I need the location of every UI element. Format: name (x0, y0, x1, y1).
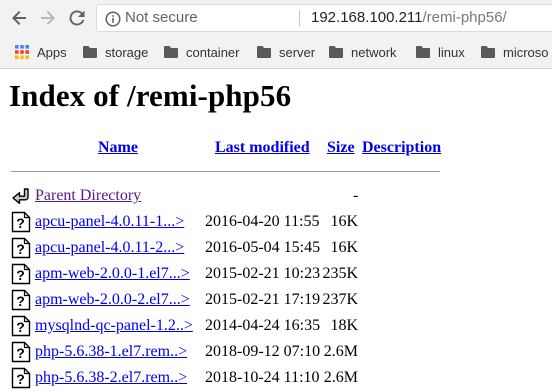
bookmark-folder-network[interactable]: network (328, 42, 397, 62)
file-modified: 2018-10-24 11:10 (205, 369, 320, 386)
bookmark-apps[interactable]: Apps (14, 42, 67, 62)
file-size: 16K (330, 239, 358, 256)
apps-grid-icon (15, 45, 29, 59)
file-modified: 2016-04-20 11:55 (205, 213, 320, 230)
forward-button[interactable] (36, 6, 60, 30)
bookmark-folder-container[interactable]: container (163, 42, 239, 62)
bookmark-label: network (351, 44, 397, 60)
svg-text:?: ? (16, 267, 25, 283)
page-title: Index of /remi-php56 (9, 78, 292, 113)
table-row: ? apm-web-2.0.0-2.el7...> 2015-02-21 17:… (0, 289, 552, 313)
folder-icon (416, 46, 430, 58)
table-row: ? php-5.6.38-1.el7.rem..> 2018-09-12 07:… (0, 341, 552, 365)
file-modified: 2015-02-21 10:23 (205, 265, 321, 282)
svg-text:?: ? (16, 319, 25, 335)
bookmark-folder-microsoft[interactable]: microso (480, 42, 549, 62)
url-path: /remi-php56/ (422, 9, 507, 26)
file-link[interactable]: php-5.6.38-2.el7.rem..> (35, 369, 187, 387)
bookmark-folder-linux[interactable]: linux (415, 42, 465, 62)
back-arrow-icon (12, 188, 29, 204)
table-row: ? apm-web-2.0.0-1.el7...> 2015-02-21 10:… (0, 263, 552, 287)
info-icon[interactable] (105, 11, 121, 31)
back-button[interactable] (7, 6, 31, 30)
bookmark-label: microso (503, 44, 549, 60)
unknown-file-icon: ? (11, 237, 31, 259)
folder-icon (164, 46, 178, 58)
file-modified: 2018-09-12 07:10 (205, 343, 321, 360)
folder-icon (257, 46, 271, 58)
folder-icon (83, 46, 97, 58)
sort-by-description-link[interactable]: Description (362, 139, 441, 157)
parent-size: - (353, 187, 359, 204)
bookmarks-bar: Apps storage container server network li… (0, 36, 552, 69)
bookmark-label: server (279, 44, 316, 60)
file-size: 16K (330, 213, 358, 230)
forward-arrow-icon (41, 11, 55, 25)
file-link[interactable]: apcu-panel-4.0.11-2...> (35, 239, 184, 257)
security-label[interactable]: Not secure (125, 9, 198, 26)
bookmark-folder-storage[interactable]: storage (82, 42, 148, 62)
file-size: 2.6M (323, 369, 358, 386)
address-separator (299, 10, 300, 27)
file-modified: 2015-02-21 17:19 (205, 291, 321, 308)
browser-toolbar: Not secure 192.168.100.211/remi-php56/ (0, 0, 552, 36)
file-link[interactable]: apcu-panel-4.0.11-1...> (35, 213, 184, 231)
reload-button[interactable] (65, 6, 89, 30)
url-host: 192.168.100.211 (311, 9, 423, 26)
header-divider (11, 171, 440, 172)
folder-icon (481, 46, 495, 58)
sort-by-size-link[interactable]: Size (327, 139, 355, 157)
unknown-file-icon: ? (11, 289, 31, 311)
reload-icon (69, 10, 85, 26)
back-arrow-icon (12, 11, 26, 25)
table-row: ? apcu-panel-4.0.11-1...> 2016-04-20 11:… (0, 211, 552, 235)
file-size: 237K (322, 291, 358, 308)
table-row: ? mysqlnd-qc-panel-1.2..> 2014-04-24 16:… (0, 315, 552, 339)
file-link[interactable]: mysqlnd-qc-panel-1.2..> (35, 317, 193, 335)
file-size: 235K (322, 265, 358, 282)
unknown-file-icon: ? (11, 211, 31, 233)
unknown-file-icon: ? (11, 263, 31, 285)
bookmark-label: linux (438, 44, 465, 60)
unknown-file-icon: ? (11, 341, 31, 363)
url-text[interactable]: 192.168.100.211/remi-php56/ (311, 9, 507, 26)
svg-text:?: ? (16, 371, 25, 387)
bookmark-label: Apps (37, 44, 67, 60)
parent-directory-link[interactable]: Parent Directory (35, 187, 141, 205)
folder-icon (329, 46, 343, 58)
svg-text:?: ? (16, 345, 25, 361)
browser-chrome: Not secure 192.168.100.211/remi-php56/ A… (0, 0, 552, 69)
file-size: 2.6M (323, 343, 358, 360)
file-modified: 2016-05-04 15:45 (205, 239, 321, 256)
address-bar[interactable]: Not secure 192.168.100.211/remi-php56/ (96, 4, 552, 32)
table-row: ? php-5.6.38-2.el7.rem..> 2018-10-24 11:… (0, 367, 552, 391)
file-modified: 2014-04-24 16:35 (205, 317, 321, 334)
bookmark-folder-server[interactable]: server (256, 42, 315, 62)
sort-by-last-modified-link[interactable]: Last modified (215, 139, 310, 157)
svg-text:?: ? (16, 215, 25, 231)
bookmark-label: storage (105, 44, 149, 60)
svg-text:?: ? (16, 293, 25, 309)
unknown-file-icon: ? (11, 315, 31, 337)
file-link[interactable]: apm-web-2.0.0-2.el7...> (35, 291, 190, 309)
unknown-file-icon: ? (11, 367, 31, 389)
table-row: ? apcu-panel-4.0.11-2...> 2016-05-04 15:… (0, 237, 552, 261)
svg-text:?: ? (16, 241, 25, 257)
sort-by-name-link[interactable]: Name (98, 139, 138, 157)
file-link[interactable]: php-5.6.38-1.el7.rem..> (35, 343, 187, 361)
file-size: 18K (330, 317, 358, 334)
file-link[interactable]: apm-web-2.0.0-1.el7...> (35, 265, 190, 283)
parent-directory-row: Parent Directory - (0, 185, 552, 209)
bookmark-label: container (186, 44, 240, 60)
